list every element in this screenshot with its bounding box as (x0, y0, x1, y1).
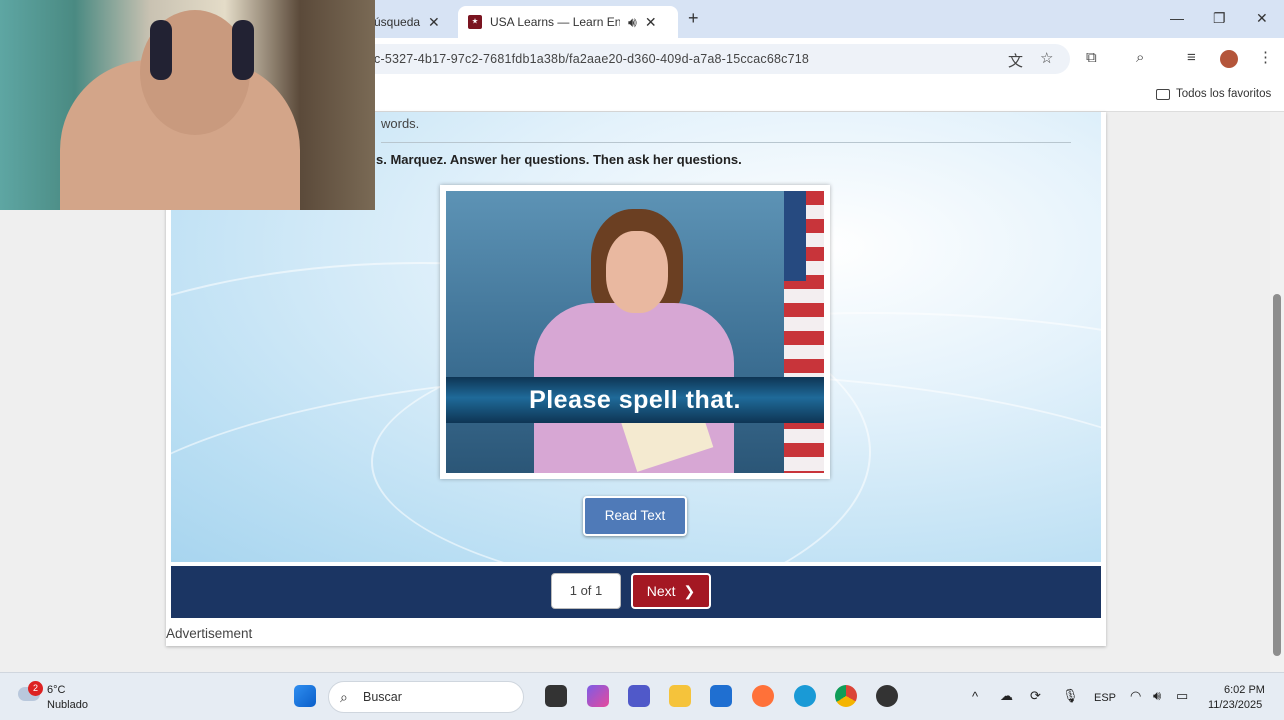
new-tab-button[interactable]: + (688, 8, 699, 29)
sync-icon[interactable]: ⟳ (1030, 688, 1041, 704)
minimize-icon[interactable]: — (1170, 10, 1184, 26)
tab-usa-learns-title: USA Learns — Learn English (490, 15, 620, 29)
tab-busqueda-title: úsqueda (374, 15, 421, 29)
microphone-icon[interactable]: 🎙︎ (1062, 688, 1079, 704)
tab-close-icon[interactable]: ✕ (428, 14, 440, 31)
instruction-text: s. Marquez. Answer her questions. Then a… (376, 152, 742, 167)
translate-icon[interactable]: 文 (1008, 50, 1023, 71)
speaker-icon[interactable]: 🔊︎ (628, 14, 637, 31)
flag-image (784, 191, 824, 473)
words-text: words. (381, 116, 420, 131)
woman-face (606, 231, 668, 313)
battery-icon[interactable]: ▭ (1176, 688, 1188, 704)
taskbar-search[interactable]: ⌕ Buscar (328, 681, 524, 713)
next-button[interactable]: Next ❯ (631, 573, 711, 609)
firefox-icon[interactable] (752, 685, 774, 707)
advertisement-label: Advertisement (166, 626, 253, 641)
lens-icon[interactable]: ⌕ (1136, 49, 1144, 66)
read-text-button[interactable]: Read Text (583, 496, 687, 536)
chevron-up-icon[interactable]: ^ (972, 689, 978, 704)
next-button-label: Next (646, 583, 676, 599)
language-indicator[interactable]: ESP (1094, 692, 1116, 704)
media-control-icon[interactable]: ≡ (1187, 49, 1196, 66)
profile-avatar-icon[interactable] (1220, 50, 1238, 68)
windows-taskbar: 2 6°C Nublado ⌕ Buscar ^ ☁ ⟳ 🎙︎ ESP ◠ 🔊︎… (0, 672, 1284, 720)
edge-icon[interactable] (794, 685, 816, 707)
search-icon: ⌕ (340, 689, 348, 705)
tab-busqueda[interactable]: úsqueda ✕ (372, 6, 460, 38)
tab-close-icon[interactable]: ✕ (645, 14, 657, 31)
weather-badge: 2 (28, 681, 43, 696)
folder-icon (1156, 88, 1170, 100)
menu-kebab-icon[interactable]: ⋮ (1258, 48, 1273, 66)
headphones-right (232, 20, 254, 80)
volume-icon[interactable]: 🔊︎ (1153, 688, 1161, 704)
usa-learns-favicon-icon (468, 15, 482, 29)
webcam-overlay (0, 0, 375, 210)
divider (381, 142, 1071, 143)
clock-time[interactable]: 6:02 PM (1224, 684, 1265, 696)
video-image: Please spell that. (446, 191, 824, 473)
lesson-navbar: 1 of 1 Next ❯ (171, 566, 1101, 618)
file-explorer-icon[interactable] (669, 685, 691, 707)
url-text[interactable]: c-5327-4b17-97c2-7681fdb1a38b/fa2aae20-d… (374, 52, 809, 66)
chrome-icon[interactable] (835, 685, 857, 707)
teams-icon[interactable] (628, 685, 650, 707)
store-icon[interactable] (710, 685, 732, 707)
windows-start-icon[interactable] (294, 685, 316, 707)
copilot-icon[interactable] (587, 685, 609, 707)
tab-usa-learns[interactable]: USA Learns — Learn English 🔊︎ ✕ (458, 6, 678, 38)
extensions-icon[interactable]: ⧉ (1086, 49, 1097, 66)
bookmark-folder-all[interactable]: Todos los favoritos (1156, 88, 1271, 100)
weather-temp[interactable]: 6°C (47, 684, 65, 696)
bookmark-star-icon[interactable]: ☆ (1040, 49, 1053, 67)
clock-date[interactable]: 11/23/2025 (1208, 699, 1262, 711)
obs-icon[interactable] (876, 685, 898, 707)
page-scrollbar[interactable] (1270, 112, 1284, 672)
weather-desc[interactable]: Nublado (47, 699, 88, 711)
wifi-icon[interactable]: ◠ (1130, 688, 1141, 704)
page-indicator: 1 of 1 (551, 573, 621, 609)
close-window-icon[interactable]: ✕ (1256, 10, 1268, 27)
restore-icon[interactable]: ❐ (1213, 10, 1226, 27)
onedrive-icon[interactable]: ☁ (1000, 688, 1013, 704)
headphones-left (150, 20, 172, 80)
scrollbar-thumb[interactable] (1273, 294, 1281, 656)
bookmark-folder-label: Todos los favoritos (1176, 88, 1272, 100)
task-view-icon[interactable] (545, 685, 567, 707)
video-frame[interactable]: Please spell that. (440, 185, 830, 479)
chevron-right-icon: ❯ (683, 583, 696, 599)
video-caption: Please spell that. (446, 377, 824, 423)
search-label: Buscar (363, 690, 402, 704)
